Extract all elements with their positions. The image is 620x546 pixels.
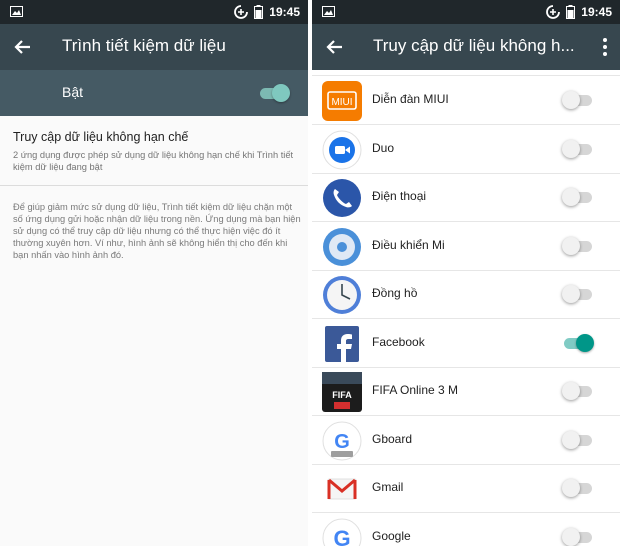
unrestricted-data-toggle[interactable] [562, 527, 596, 546]
back-arrow-icon[interactable] [322, 34, 348, 60]
data-saver-status-icon [546, 5, 561, 19]
miui-forum-icon: MIUI [322, 81, 362, 121]
status-time: 19:45 [269, 5, 300, 19]
divider [0, 185, 308, 186]
svg-text:G: G [333, 526, 350, 546]
app-name: Duo [372, 140, 395, 155]
app-name: Gmail [372, 480, 404, 494]
app-list-item[interactable]: Duo [312, 125, 620, 174]
app-name: Gboard [372, 431, 413, 446]
unrestricted-data-toggle[interactable] [562, 333, 596, 353]
unrestricted-summary: 2 ứng dụng được phép sử dụng dữ liệu khô… [13, 150, 294, 172]
status-bar: 19:45 [312, 0, 620, 24]
facebook-icon [325, 325, 359, 362]
unrestricted-data-screen: MIUI Diễn đàn MIUI Duo Điện thoại Điều khiển… [312, 0, 620, 546]
svg-text:FIFA: FIFA [332, 390, 352, 400]
clock-icon [323, 276, 361, 314]
unrestricted-data-access-item[interactable]: Truy cập dữ liệu không hạn chế 2 ứng dụn… [0, 118, 308, 184]
app-list-item[interactable]: Facebook [312, 319, 620, 368]
app-list: MIUI Diễn đàn MIUI Duo Điện thoại Điều khiển… [312, 70, 620, 546]
unrestricted-data-toggle[interactable] [562, 236, 596, 256]
unrestricted-data-toggle[interactable] [562, 381, 596, 401]
status-bar: 19:45 [0, 0, 308, 24]
unrestricted-data-toggle[interactable] [562, 90, 596, 110]
phone-icon [323, 179, 361, 217]
app-icon [321, 70, 363, 73]
app-name: FIFA Online 3 M [372, 383, 459, 397]
unrestricted-data-toggle[interactable] [562, 187, 596, 207]
app-list-item[interactable]: Đồng hồ [312, 270, 620, 319]
gboard-icon: G [322, 421, 362, 460]
google-icon: G [322, 518, 362, 546]
page-title: Trình tiết kiệm dữ liệu [62, 36, 226, 55]
app-name: Điều khiển Mi [372, 237, 445, 252]
app-name: Diễn đàn MIUI [372, 92, 449, 106]
more-options-icon[interactable] [600, 36, 610, 58]
app-bar: Trình tiết kiệm dữ liệu [0, 24, 308, 70]
app-list-item[interactable]: Gmail [312, 464, 620, 513]
battery-icon [254, 5, 264, 19]
gmail-icon [327, 478, 357, 500]
unrestricted-data-toggle[interactable] [562, 478, 596, 498]
data-saver-switch-row[interactable]: Bật [0, 70, 308, 116]
fifa-online-icon: FIFA [322, 372, 362, 412]
app-list-item[interactable]: Điều khiển Mi [312, 222, 620, 271]
back-arrow-icon[interactable] [10, 34, 36, 60]
battery-icon [566, 5, 576, 19]
app-bar: Truy cập dữ liệu không h... [312, 24, 620, 70]
image-notification-icon [10, 6, 23, 17]
app-list-item[interactable]: MIUI Diễn đàn MIUI [312, 76, 620, 125]
switch-label: Bật [62, 84, 84, 100]
status-time: 19:45 [581, 5, 612, 19]
data-saver-toggle[interactable] [258, 83, 292, 103]
unrestricted-data-toggle[interactable] [562, 430, 596, 450]
app-name: Điện thoại [372, 189, 427, 203]
data-saver-screen: 19:45 Trình tiết kiệm dữ liệu Bật Truy c… [0, 0, 308, 546]
app-list-item[interactable]: FIFA FIFA Online 3 M [312, 367, 620, 416]
page-title: Truy cập dữ liệu không h... [373, 36, 575, 55]
app-name: Facebook [372, 334, 425, 349]
app-list-item[interactable]: Điện thoại [312, 173, 620, 222]
mi-remote-icon [323, 227, 361, 266]
app-name: Google [372, 528, 411, 543]
app-list-item[interactable]: G Google [312, 513, 620, 546]
duo-icon [322, 130, 362, 169]
app-name: Đồng hồ [372, 286, 418, 300]
unrestricted-title: Truy cập dữ liệu không hạn chế [13, 130, 189, 144]
app-list-item[interactable]: G Gboard [312, 416, 620, 465]
svg-text:G: G [334, 431, 350, 453]
unrestricted-data-toggle[interactable] [562, 284, 596, 304]
data-saver-description: Để giúp giảm mức sử dụng dữ liệu, Trình … [13, 202, 301, 261]
unrestricted-data-toggle[interactable] [562, 139, 596, 159]
data-saver-status-icon [234, 5, 249, 19]
svg-text:MIUI: MIUI [331, 97, 352, 108]
image-notification-icon [322, 6, 335, 17]
